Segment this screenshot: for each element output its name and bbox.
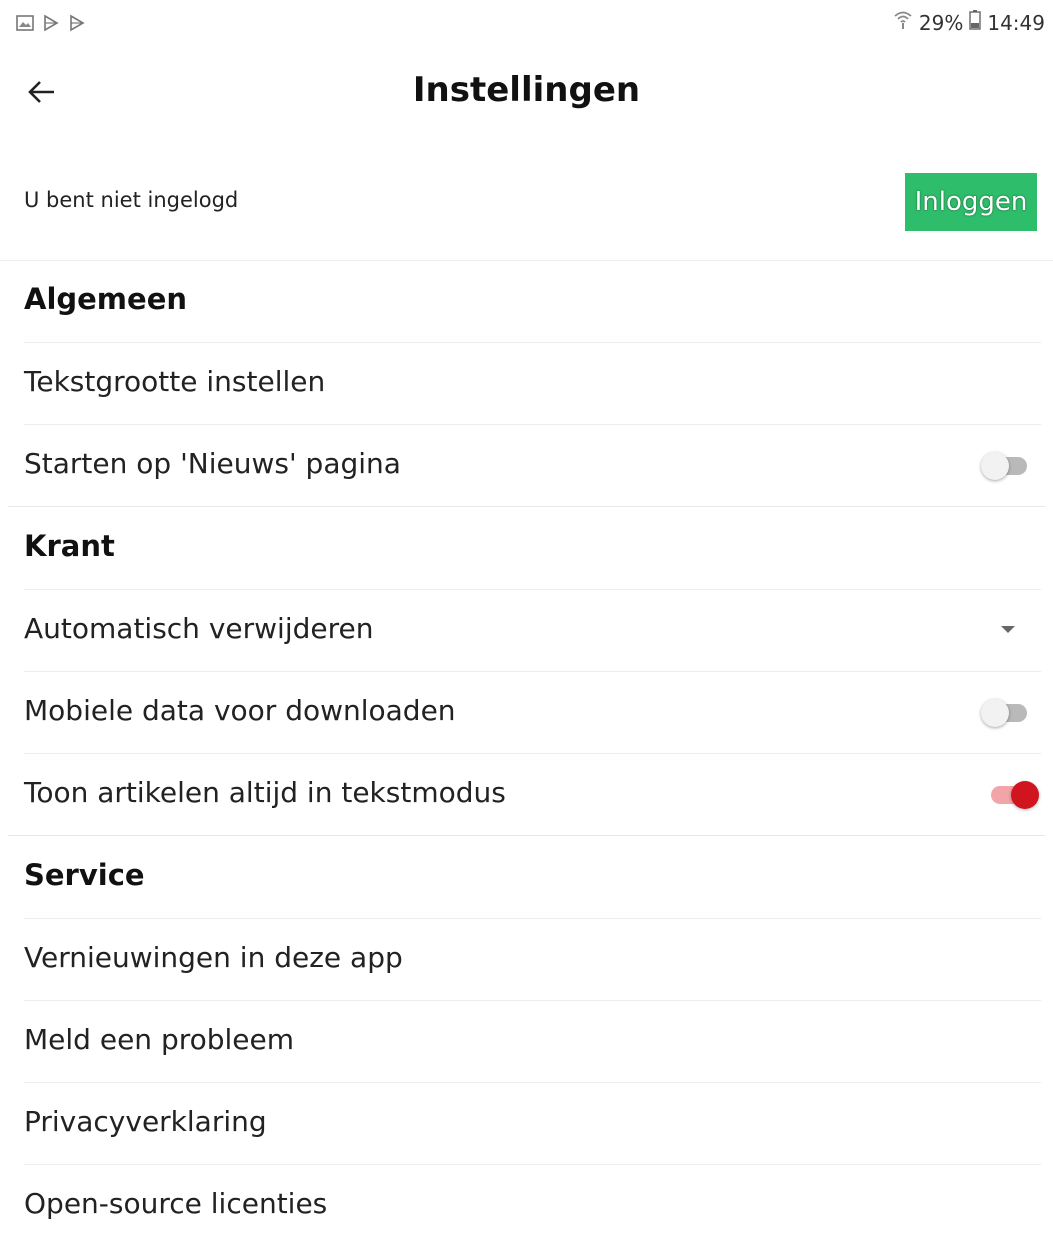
toggle-thumb <box>981 699 1009 727</box>
section-title: Krant <box>24 529 115 563</box>
login-row: U bent niet ingelogd Inloggen <box>0 144 1053 261</box>
settings-item-label: Vernieuwingen in deze app <box>24 941 403 974</box>
play-icon <box>42 14 60 32</box>
wifi-icon <box>893 10 913 35</box>
settings-item-label: Toon artikelen altijd in tekstmodus <box>24 776 506 809</box>
settings-item-label: Privacyverklaring <box>24 1105 267 1138</box>
settings-item-whats-new[interactable]: Vernieuwingen in deze app <box>24 918 1041 1000</box>
settings-item-label: Meld een probleem <box>24 1023 295 1056</box>
settings-item-label: Starten op 'Nieuws' pagina <box>24 447 401 480</box>
page-title: Instellingen <box>412 70 641 110</box>
image-icon <box>16 14 34 32</box>
settings-list: Algemeen Tekstgrootte instellen Starten … <box>0 260 1053 1246</box>
notification-icons <box>16 14 86 32</box>
settings-item-text-size[interactable]: Tekstgrootte instellen <box>24 342 1041 424</box>
toggle-thumb <box>981 452 1009 480</box>
play-icon <box>68 14 86 32</box>
settings-item-label: Automatisch verwijderen <box>24 612 374 645</box>
section-title: Service <box>24 858 145 892</box>
settings-item-label: Mobiele data voor downloaden <box>24 694 456 727</box>
settings-item-report-problem[interactable]: Meld een probleem <box>24 1000 1041 1082</box>
battery-percent: 29% <box>918 10 964 35</box>
settings-item-start-news-page[interactable]: Starten op 'Nieuws' pagina <box>24 424 1041 506</box>
settings-item-privacy[interactable]: Privacyverklaring <box>24 1082 1041 1164</box>
settings-item-text-mode[interactable]: Toon artikelen altijd in tekstmodus <box>24 753 1041 835</box>
clock: 14:49 <box>987 10 1045 35</box>
settings-item-label: Open-source licenties <box>24 1187 328 1220</box>
settings-item-auto-delete[interactable]: Automatisch verwijderen <box>24 589 1041 671</box>
app-bar: Instellingen <box>0 48 1053 144</box>
login-button[interactable]: Inloggen <box>905 173 1037 231</box>
section-header-newspaper: Krant <box>8 506 1045 589</box>
section-header-service: Service <box>8 835 1045 918</box>
section-title: Algemeen <box>24 282 188 316</box>
battery-icon <box>969 10 982 35</box>
system-status: 29% 14:49 <box>893 10 1045 35</box>
text-mode-toggle[interactable] <box>991 781 1039 809</box>
status-bar: 29% 14:49 <box>0 0 1053 48</box>
settings-item-label: Tekstgrootte instellen <box>24 365 326 398</box>
login-status-text: U bent niet ingelogd <box>24 188 239 212</box>
caret-down-icon[interactable] <box>1001 626 1015 633</box>
toggle-thumb <box>1011 781 1039 809</box>
section-header-general: Algemeen <box>8 260 1045 342</box>
settings-item-mobile-data-download[interactable]: Mobiele data voor downloaden <box>24 671 1041 753</box>
mobile-data-toggle[interactable] <box>981 699 1027 727</box>
start-news-page-toggle[interactable] <box>981 452 1027 480</box>
